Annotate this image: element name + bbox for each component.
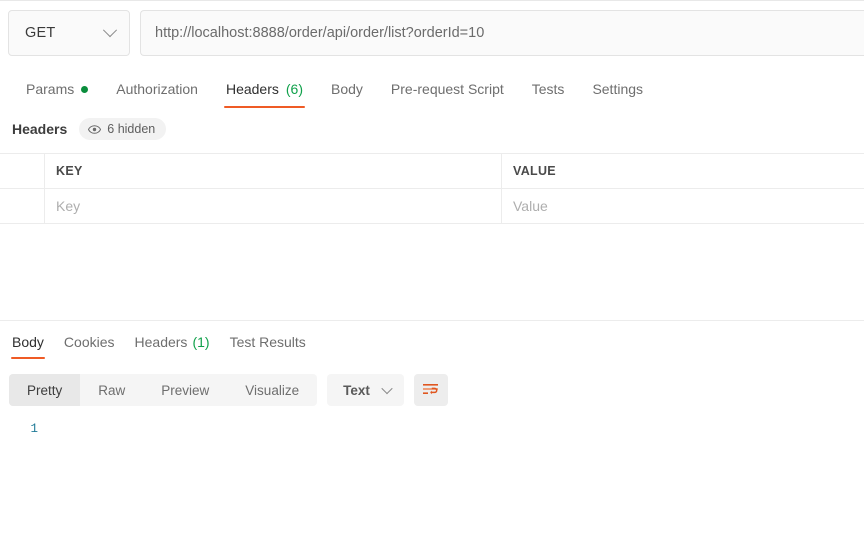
response-body-viewer[interactable]: 1 — [0, 420, 864, 492]
view-mode-group: Pretty Raw Preview Visualize — [9, 374, 318, 406]
chevron-down-icon — [102, 23, 118, 38]
response-tab-test-results[interactable]: Test Results — [220, 334, 316, 359]
tab-params[interactable]: Params — [12, 81, 102, 108]
tab-headers-count: (6) — [285, 81, 303, 97]
url-input[interactable]: http://localhost:8888/order/api/order/li… — [140, 10, 864, 56]
http-method-select[interactable]: GET — [8, 10, 130, 56]
table-header-row: KEY VALUE — [0, 154, 864, 189]
headers-section-title: Headers — [12, 121, 68, 137]
row-key-input[interactable]: Key — [45, 189, 502, 223]
line-number: 1 — [30, 422, 38, 436]
word-wrap-button[interactable] — [413, 374, 448, 406]
tab-tests-label: Tests — [531, 81, 565, 97]
tab-headers-label: Headers — [225, 81, 279, 97]
url-text: http://localhost:8888/order/api/order/li… — [155, 25, 485, 41]
response-tab-headers-label: Headers — [134, 334, 188, 350]
request-url-bar: GET http://localhost:8888/order/api/orde… — [0, 10, 864, 56]
view-mode-visualize[interactable]: Visualize — [227, 374, 317, 406]
tab-settings-label: Settings — [592, 81, 644, 97]
response-tab-cookies-label: Cookies — [63, 334, 115, 350]
tab-authorization-label: Authorization — [116, 81, 198, 97]
response-format-select[interactable]: Text — [327, 374, 404, 406]
http-method-label: GET — [25, 25, 56, 41]
response-tab-body-label: Body — [12, 334, 44, 350]
column-header-value: VALUE — [502, 154, 864, 188]
tab-params-label: Params — [26, 81, 75, 97]
row-checkbox-cell[interactable] — [0, 189, 45, 223]
hidden-headers-toggle[interactable]: 6 hidden — [79, 118, 167, 140]
request-tab-bar: Params Authorization Headers (6) Body Pr… — [0, 70, 864, 108]
view-mode-pretty-label: Pretty — [27, 382, 63, 398]
response-view-toolbar: Pretty Raw Preview Visualize Text — [0, 374, 864, 406]
row-value-placeholder: Value — [513, 198, 548, 214]
tab-settings[interactable]: Settings — [578, 81, 657, 108]
tab-body[interactable]: Body — [317, 81, 377, 108]
view-mode-preview-label: Preview — [161, 382, 210, 398]
hidden-headers-label: 6 hidden — [107, 122, 156, 136]
view-mode-preview[interactable]: Preview — [143, 374, 227, 406]
request-pane-empty-space — [0, 224, 864, 320]
table-row[interactable]: Key Value — [0, 189, 864, 223]
window-top-divider — [0, 0, 864, 1]
view-mode-visualize-label: Visualize — [245, 382, 300, 398]
response-pane-divider[interactable] — [0, 320, 864, 321]
response-tab-test-results-label: Test Results — [229, 334, 306, 350]
view-mode-pretty[interactable]: Pretty — [9, 374, 81, 406]
headers-toolbar: Headers 6 hidden — [0, 112, 864, 146]
row-key-placeholder: Key — [56, 198, 81, 214]
select-all-cell[interactable] — [0, 154, 45, 188]
eye-icon — [88, 124, 102, 134]
view-mode-raw[interactable]: Raw — [80, 374, 143, 406]
chevron-down-icon — [381, 382, 393, 395]
params-modified-dot-icon — [81, 85, 89, 93]
tab-pre-request-script[interactable]: Pre-request Script — [377, 81, 518, 108]
column-header-key-label: KEY — [56, 164, 83, 178]
line-number-gutter: 1 — [0, 420, 44, 492]
row-value-input[interactable]: Value — [502, 189, 864, 223]
tab-authorization[interactable]: Authorization — [102, 81, 212, 108]
view-mode-raw-label: Raw — [98, 382, 126, 398]
response-body-code[interactable] — [44, 420, 864, 492]
response-format-label: Text — [343, 382, 370, 398]
response-tab-headers-count: (1) — [192, 334, 210, 350]
column-header-key: KEY — [45, 154, 502, 188]
tab-headers[interactable]: Headers (6) — [212, 81, 317, 108]
response-tab-headers[interactable]: Headers (1) — [125, 334, 220, 359]
column-header-value-label: VALUE — [513, 164, 556, 178]
tab-body-label: Body — [331, 81, 363, 97]
tab-pre-request-script-label: Pre-request Script — [390, 81, 504, 97]
headers-table: KEY VALUE Key Value — [0, 153, 864, 224]
response-tab-cookies[interactable]: Cookies — [54, 334, 125, 359]
response-tab-bar: Body Cookies Headers (1) Test Results — [0, 323, 864, 359]
tab-tests[interactable]: Tests — [518, 81, 579, 108]
word-wrap-icon — [423, 384, 439, 395]
response-tab-body[interactable]: Body — [2, 334, 54, 359]
